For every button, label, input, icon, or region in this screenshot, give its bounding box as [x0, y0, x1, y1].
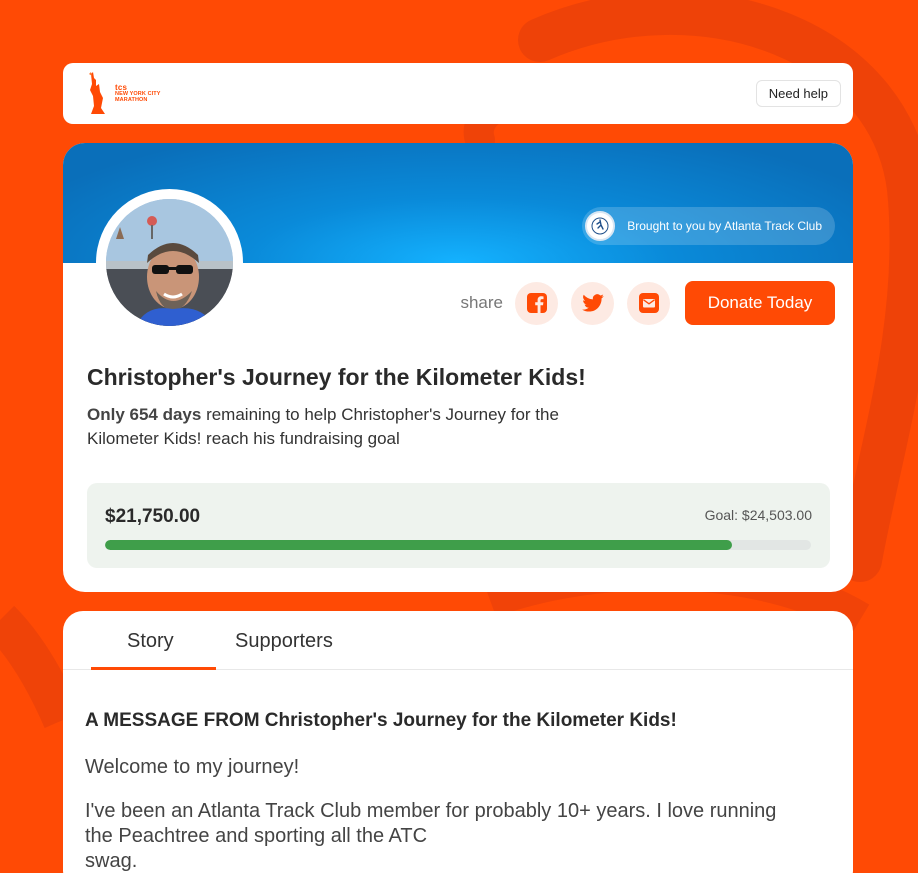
share-label: share: [460, 293, 503, 312]
story-paragraph-1: Welcome to my journey!: [85, 756, 300, 778]
story-paragraph-2-line2: the Peachtree and sporting all the ATC: [85, 825, 428, 847]
brought-by-text: Brought to you by Atlanta Track Club: [627, 219, 822, 233]
facebook-share-button[interactable]: [515, 281, 558, 325]
progress-fill: [105, 540, 732, 550]
twitter-icon: [581, 294, 604, 312]
active-tab-indicator: [91, 667, 216, 670]
need-help-button[interactable]: Need help: [755, 80, 841, 107]
tab-supporters[interactable]: Supporters: [235, 630, 333, 653]
brought-by-badge[interactable]: Brought to you by Atlanta Track Club: [582, 207, 835, 245]
days-remaining-bold: Only 654 days: [87, 405, 202, 424]
nyc-marathon-logo[interactable]: tcs NEW YORK CITY MARATHON: [85, 71, 161, 116]
story-paragraph-2-line1: I've been an Atlanta Track Club member f…: [85, 800, 777, 822]
atlanta-track-club-logo: [585, 211, 616, 241]
fundraising-goal: Goal: $24,503.00: [704, 507, 812, 523]
days-remaining-text: Only 654 days remaining to help Christop…: [87, 403, 627, 451]
fundraising-progress: $21,750.00 Goal: $24,503.00: [87, 483, 830, 568]
story-paragraph-2: I've been an Atlanta Track Club member f…: [85, 799, 845, 873]
tab-bar: Story Supporters: [63, 611, 853, 670]
story-paragraph-2-line3: swag.: [85, 850, 138, 872]
avatar: [96, 189, 243, 336]
twitter-share-button[interactable]: [571, 281, 614, 325]
share-row: share Donate Today: [460, 281, 835, 325]
avatar-photo: [106, 199, 233, 326]
profile-photo: [106, 199, 233, 326]
story-card: Story Supporters A MESSAGE FROM Christop…: [63, 611, 853, 873]
progress-track: [105, 540, 811, 550]
statue-of-liberty-icon: [89, 71, 105, 114]
tab-story[interactable]: Story: [127, 630, 174, 653]
message-heading: A MESSAGE FROM Christopher's Journey for…: [85, 710, 677, 731]
facebook-icon: [526, 293, 547, 313]
top-header: tcs NEW YORK CITY MARATHON Need help: [63, 63, 853, 124]
email-icon: [638, 293, 659, 313]
fundraiser-title: Christopher's Journey for the Kilometer …: [87, 364, 586, 390]
logo-line2: MARATHON: [115, 96, 148, 103]
runner-icon: [591, 217, 609, 235]
fundraiser-card: Brought to you by Atlanta Track Club sha…: [63, 143, 853, 592]
donate-today-button[interactable]: Donate Today: [685, 281, 835, 325]
amount-raised: $21,750.00: [105, 506, 201, 527]
email-share-button[interactable]: [627, 281, 670, 325]
